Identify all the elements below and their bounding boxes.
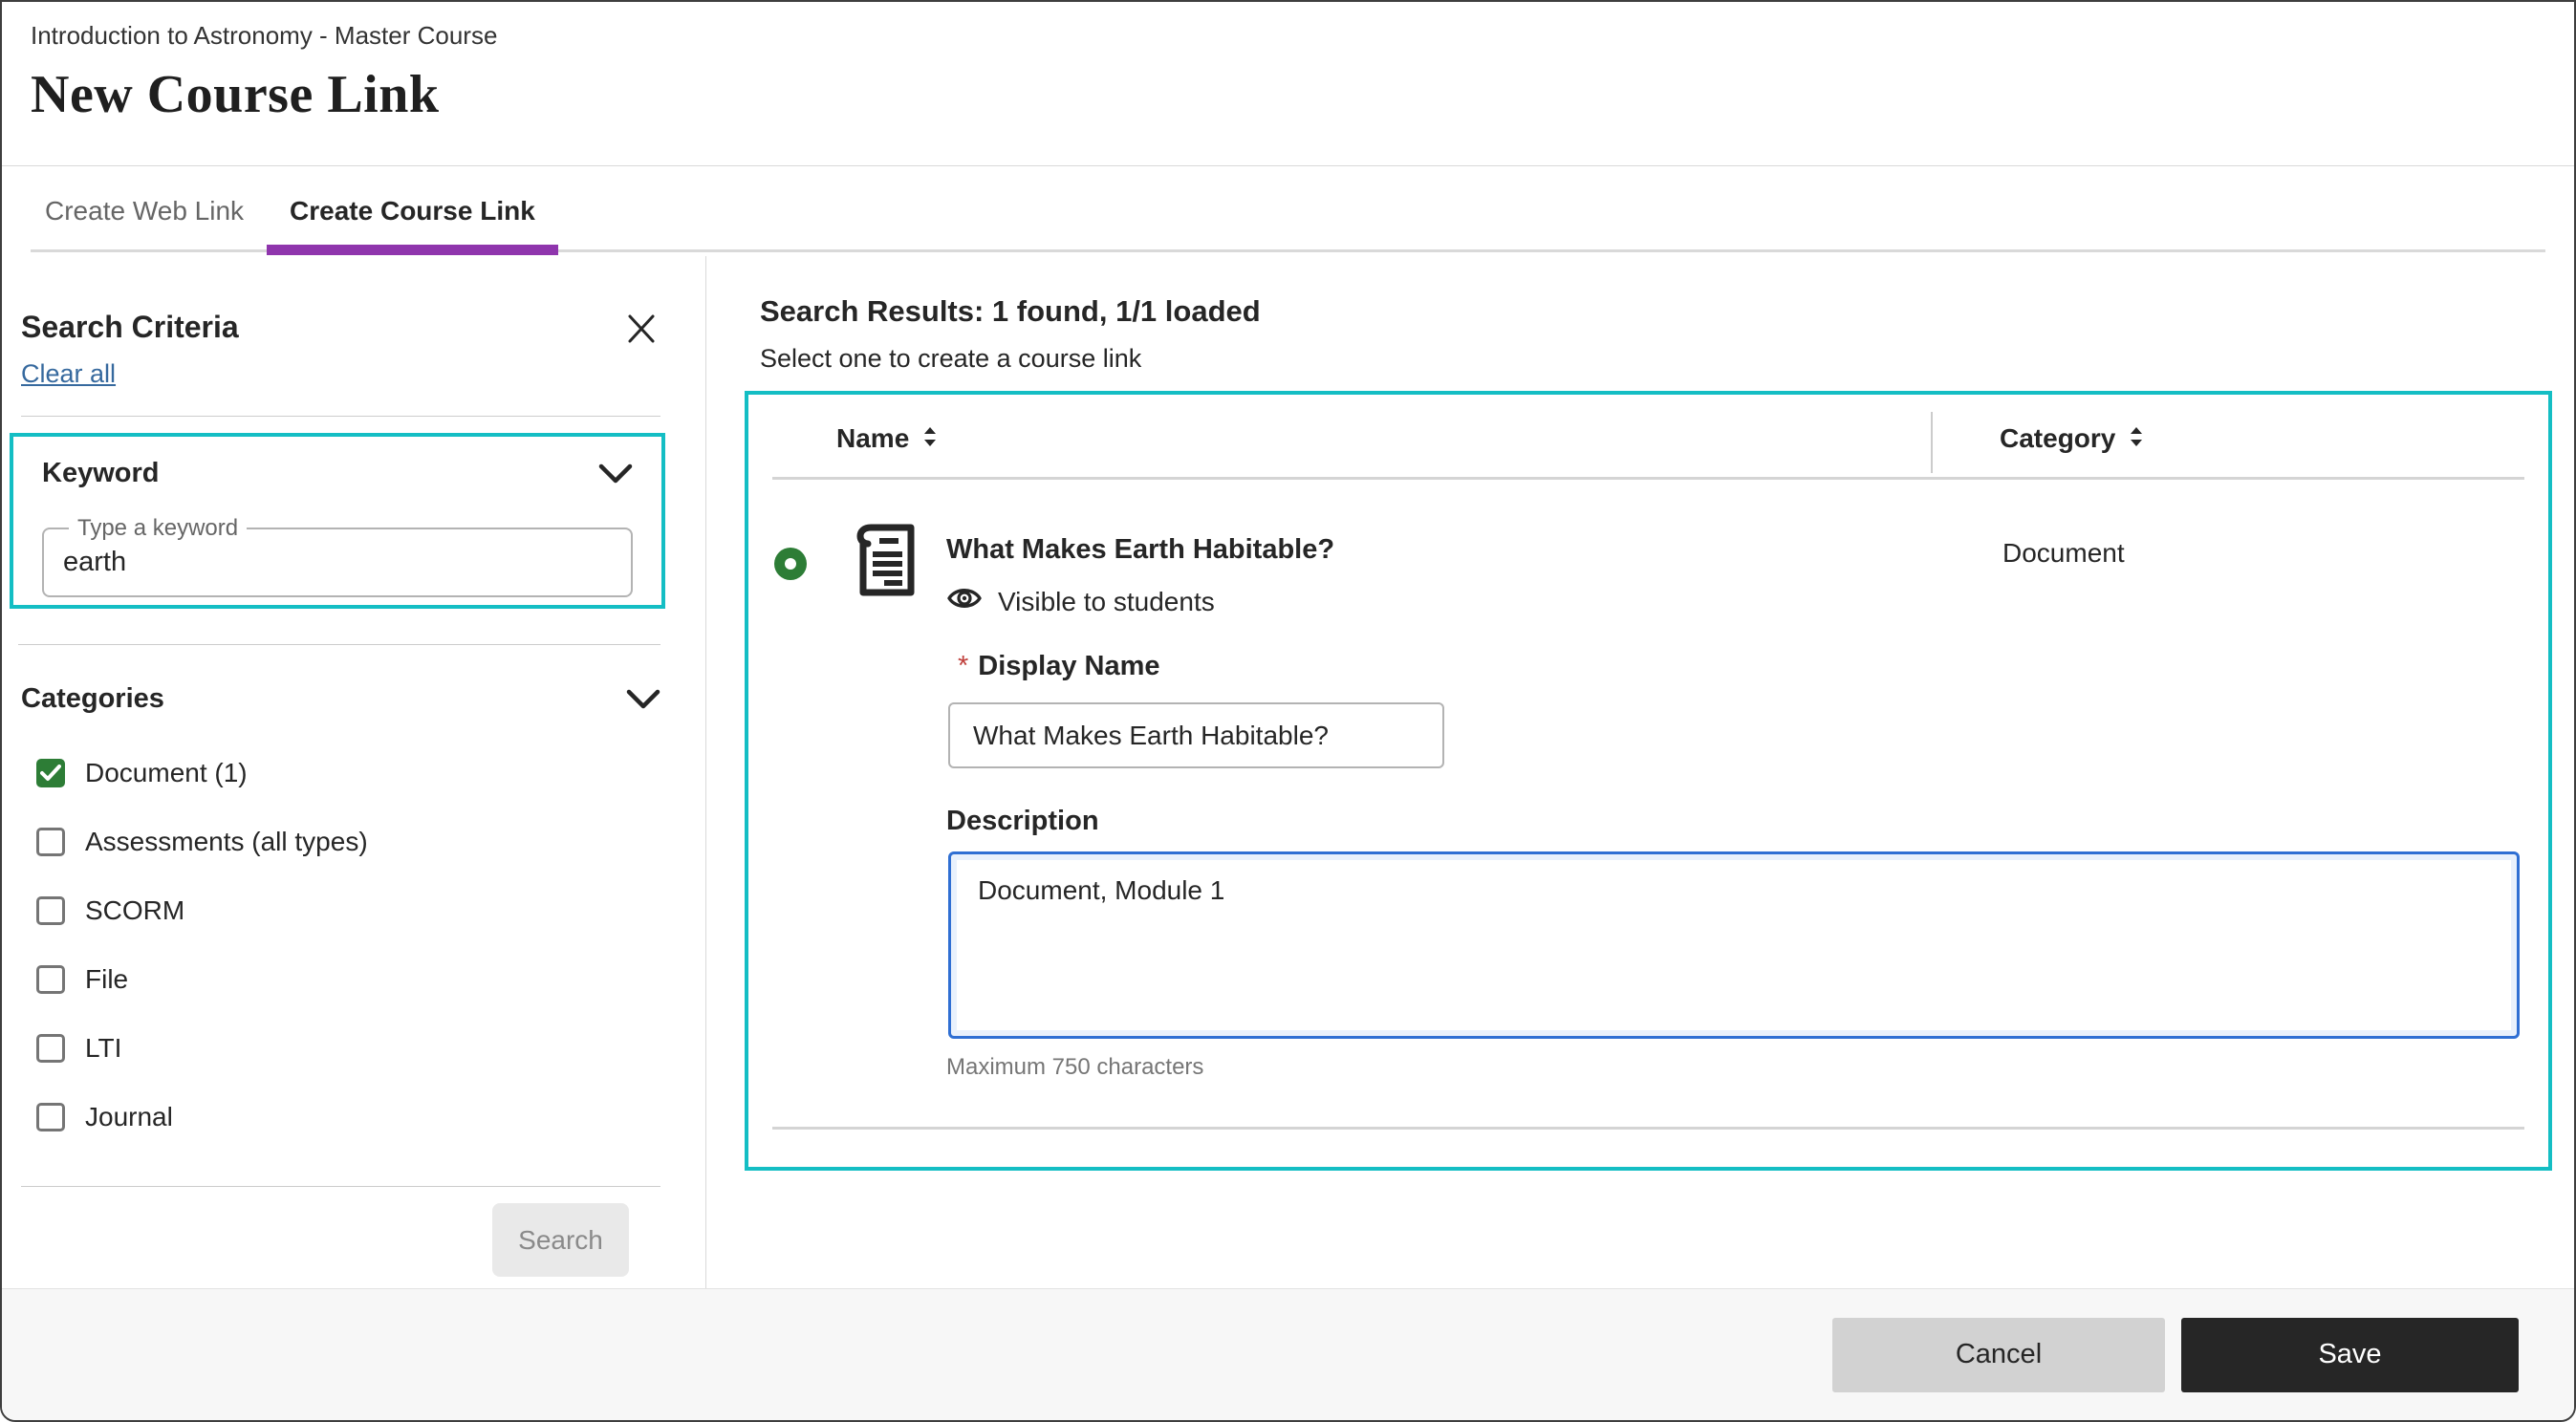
chevron-down-icon — [598, 463, 633, 487]
keyword-field: Type a keyword — [42, 515, 633, 597]
search-results-subtitle: Select one to create a course link — [760, 344, 1142, 373]
close-search-button[interactable] — [622, 310, 660, 348]
sidebar-divider — [18, 644, 660, 645]
result-radio[interactable] — [774, 548, 807, 580]
description-label: Description — [946, 806, 1099, 836]
category-checkbox-file[interactable]: File — [21, 964, 660, 994]
keyword-field-label: Type a keyword — [69, 515, 248, 542]
search-button[interactable]: Search — [492, 1203, 629, 1277]
tab-bar: Create Web Link Create Course Link — [2, 166, 2574, 256]
sidebar-divider — [21, 416, 660, 417]
chevron-down-icon — [626, 689, 660, 713]
result-name[interactable]: What Makes Earth Habitable? — [946, 534, 1334, 566]
display-name-label: * Display Name — [958, 651, 1160, 681]
category-checkbox-lti[interactable]: LTI — [21, 1033, 660, 1063]
table-header-rule — [772, 477, 2524, 480]
description-field: Document, Module 1 — [948, 851, 2520, 1039]
breadcrumb: Introduction to Astronomy - Master Cours… — [31, 21, 498, 50]
tab-create-course-link[interactable]: Create Course Link — [267, 166, 558, 256]
description-help-text: Maximum 750 characters — [946, 1054, 1204, 1080]
checkbox-icon — [36, 965, 65, 994]
category-checkbox-assessments[interactable]: Assessments (all types) — [21, 827, 660, 856]
eye-icon — [946, 584, 983, 619]
result-category: Document — [2002, 538, 2125, 568]
checkbox-icon — [36, 828, 65, 856]
visibility-status: Visible to students — [998, 586, 1215, 616]
display-name-input[interactable] — [948, 702, 1444, 768]
column-header-name[interactable]: Name — [836, 423, 938, 454]
category-checkbox-scorm[interactable]: SCORM — [21, 895, 660, 925]
keyword-filter-section: Keyword Type a keyword — [10, 433, 665, 609]
checkbox-checked-icon — [36, 759, 65, 787]
search-criteria-sidebar: Search Criteria Clear all Keyword Type a… — [2, 256, 706, 1288]
clear-all-link[interactable]: Clear all — [21, 359, 116, 389]
search-results-panel: Name Category What Makes Earth Habitable… — [745, 391, 2552, 1171]
page-header: Introduction to Astronomy - Master Cours… — [2, 2, 2574, 166]
column-divider — [1931, 412, 1933, 473]
categories-heading: Categories — [21, 683, 164, 714]
cancel-button[interactable]: Cancel — [1832, 1317, 2165, 1392]
document-icon — [848, 520, 924, 607]
keyword-heading: Keyword — [42, 458, 160, 488]
tab-create-web-link[interactable]: Create Web Link — [22, 166, 267, 256]
close-icon — [622, 314, 660, 351]
categories-collapse-toggle[interactable] — [626, 689, 660, 710]
checkbox-icon — [36, 1034, 65, 1063]
keyword-collapse-toggle[interactable] — [598, 463, 633, 485]
search-results-area: Search Results: 1 found, 1/1 loaded Sele… — [706, 256, 2574, 1288]
modal-footer: Cancel Save — [2, 1288, 2574, 1420]
search-results-heading: Search Results: 1 found, 1/1 loaded — [760, 294, 1261, 328]
sort-arrows-icon — [2129, 423, 2144, 454]
sort-arrows-icon — [922, 423, 938, 454]
result-row-rule — [772, 1127, 2524, 1130]
sidebar-divider — [21, 1186, 660, 1187]
page-title: New Course Link — [31, 65, 440, 124]
checkbox-icon — [36, 896, 65, 925]
description-textarea[interactable]: Document, Module 1 — [957, 860, 2511, 1030]
category-checkbox-journal[interactable]: Journal — [21, 1102, 660, 1131]
required-marker: * — [958, 651, 969, 681]
search-criteria-heading: Search Criteria — [21, 310, 239, 344]
new-course-link-modal: Introduction to Astronomy - Master Cours… — [0, 0, 2576, 1422]
save-button[interactable]: Save — [2181, 1317, 2519, 1392]
column-header-category[interactable]: Category — [2000, 423, 2144, 454]
checkbox-icon — [36, 1103, 65, 1131]
category-checkbox-document[interactable]: Document (1) — [21, 758, 660, 787]
